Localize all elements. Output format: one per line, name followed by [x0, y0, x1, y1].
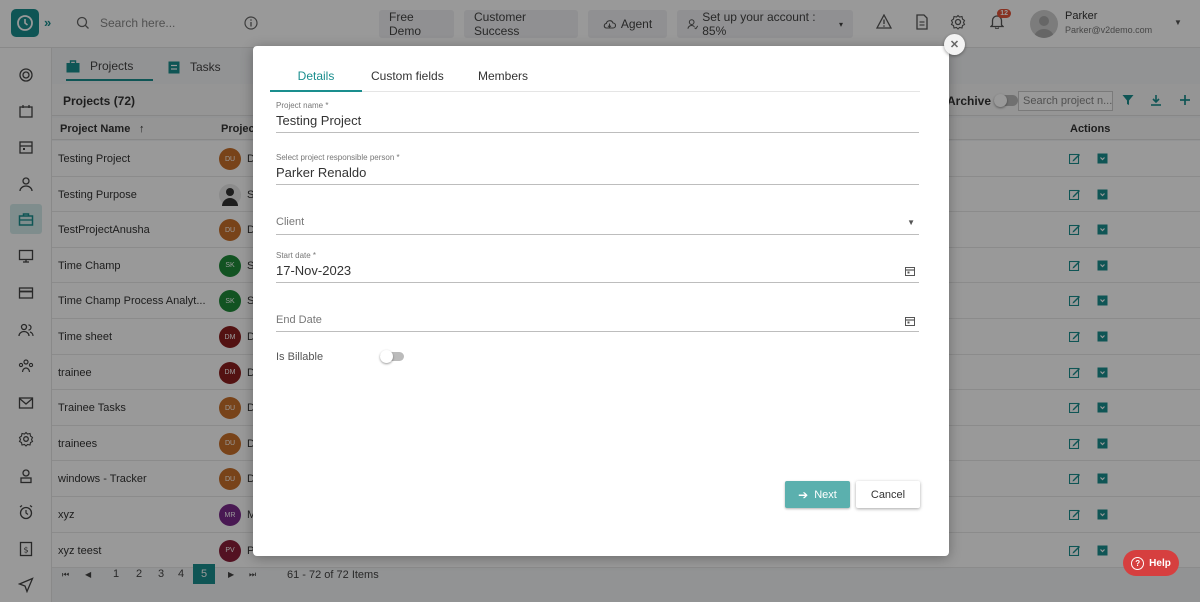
question-icon: ? — [1131, 556, 1145, 570]
project-name-label: Project name * — [276, 101, 329, 110]
project-name-value[interactable]: Testing Project — [276, 113, 919, 131]
responsible-person-field[interactable]: Select project responsible person * Park… — [276, 153, 919, 185]
calendar-icon[interactable] — [905, 316, 915, 326]
tab-details[interactable]: Details — [270, 69, 362, 92]
cancel-button[interactable]: Cancel — [856, 481, 920, 508]
chevron-down-icon[interactable]: ▼ — [907, 218, 915, 227]
next-button-label: Next — [814, 488, 837, 501]
client-select[interactable]: Client ▼ — [276, 216, 919, 235]
billable-label: Is Billable — [276, 351, 324, 363]
start-date-label: Start date * — [276, 251, 317, 260]
tab-custom-fields[interactable]: Custom fields — [371, 69, 444, 92]
end-date-placeholder: End Date — [276, 314, 322, 326]
start-date-value[interactable]: 17-Nov-2023 — [276, 263, 919, 281]
project-name-field[interactable]: Project name * Testing Project — [276, 101, 919, 133]
edit-project-modal: Details Custom fields Members Project na… — [253, 46, 949, 556]
client-placeholder: Client — [276, 216, 305, 228]
tab-members[interactable]: Members — [478, 69, 528, 92]
start-date-field[interactable]: Start date * 17-Nov-2023 — [276, 251, 919, 283]
billable-toggle[interactable] — [380, 350, 404, 363]
arrow-right-icon: ➔ — [798, 487, 809, 502]
help-label: Help — [1149, 557, 1171, 569]
next-button[interactable]: ➔ Next — [785, 481, 850, 508]
help-button[interactable]: ? Help — [1123, 550, 1179, 576]
responsible-person-label: Select project responsible person * — [276, 153, 400, 162]
end-date-field[interactable]: End Date — [276, 314, 919, 332]
modal-tabs: Details Custom fields Members — [270, 60, 920, 92]
close-icon[interactable]: ✕ — [944, 34, 965, 55]
calendar-icon[interactable] — [905, 266, 915, 276]
responsible-person-value[interactable]: Parker Renaldo — [276, 165, 919, 183]
